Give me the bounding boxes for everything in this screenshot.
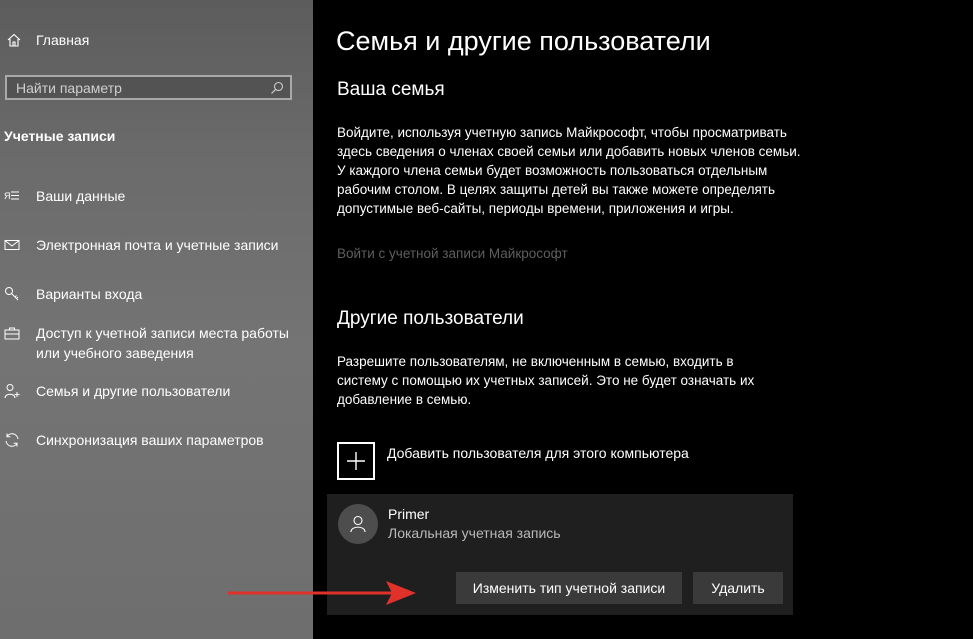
sidebar-item-family[interactable]: Семья и другие пользователи xyxy=(4,381,298,401)
family-description: Войдите, используя учетную запись Майкро… xyxy=(337,125,801,216)
sidebar: Главная Учетные записи Я Ваши данные Эле… xyxy=(0,0,313,639)
sidebar-item-label: Синхронизация ваших параметров xyxy=(36,432,264,448)
change-account-type-button[interactable]: Изменить тип учетной записи xyxy=(456,572,682,604)
user-name: Primer xyxy=(388,506,430,522)
other-users-heading: Другие пользователи xyxy=(337,308,524,329)
sidebar-item-email[interactable]: Электронная почта и учетные записи xyxy=(4,235,298,255)
plus-icon xyxy=(347,452,365,470)
search-icon[interactable] xyxy=(270,81,284,95)
microsoft-signin-link[interactable]: Войти с учетной записи Майкрософт xyxy=(337,246,568,261)
delete-user-button[interactable]: Удалить xyxy=(693,572,783,604)
home-icon xyxy=(7,33,21,47)
annotation-arrow-icon xyxy=(228,581,416,605)
sidebar-item-your-info[interactable]: Я Ваши данные xyxy=(4,186,298,206)
sidebar-item-sync[interactable]: Синхронизация ваших параметров xyxy=(4,430,298,450)
home-nav-item[interactable]: Главная xyxy=(6,32,89,48)
user-account-type: Локальная учетная запись xyxy=(388,525,561,541)
svg-text:Я: Я xyxy=(4,191,11,201)
sidebar-item-signin-options[interactable]: Варианты входа xyxy=(4,284,298,304)
home-label: Главная xyxy=(36,32,90,48)
sidebar-item-label: Доступ к учетной записи места работы или… xyxy=(36,325,289,361)
avatar xyxy=(338,504,378,544)
page-title: Семья и другие пользователи xyxy=(336,26,711,56)
person-card-icon: Я xyxy=(4,191,19,201)
key-icon xyxy=(5,287,19,301)
family-heading: Ваша семья xyxy=(337,79,445,100)
sidebar-item-label: Ваши данные xyxy=(36,188,126,204)
sync-icon xyxy=(5,433,19,447)
add-box[interactable] xyxy=(337,442,375,480)
sidebar-item-label: Электронная почта и учетные записи xyxy=(36,237,279,253)
sidebar-item-work-access[interactable]: Доступ к учетной записи места работы или… xyxy=(4,323,298,363)
person-add-icon xyxy=(4,384,20,399)
briefcase-icon xyxy=(4,327,20,340)
sidebar-item-label: Варианты входа xyxy=(36,286,143,302)
main-content: Семья и другие пользователи Ваша семья В… xyxy=(313,0,973,639)
person-icon xyxy=(350,515,366,533)
sidebar-item-label: Семья и другие пользователи xyxy=(36,383,231,399)
other-users-description: Разрешите пользователям, не включенным в… xyxy=(337,354,755,407)
search-box[interactable] xyxy=(5,75,292,100)
add-user-button[interactable]: Добавить пользователя для этого компьюте… xyxy=(337,442,689,480)
section-title: Учетные записи xyxy=(4,128,116,144)
search-input[interactable] xyxy=(7,78,258,97)
add-user-label: Добавить пользователя для этого компьюте… xyxy=(387,445,689,461)
mail-icon xyxy=(4,240,20,250)
